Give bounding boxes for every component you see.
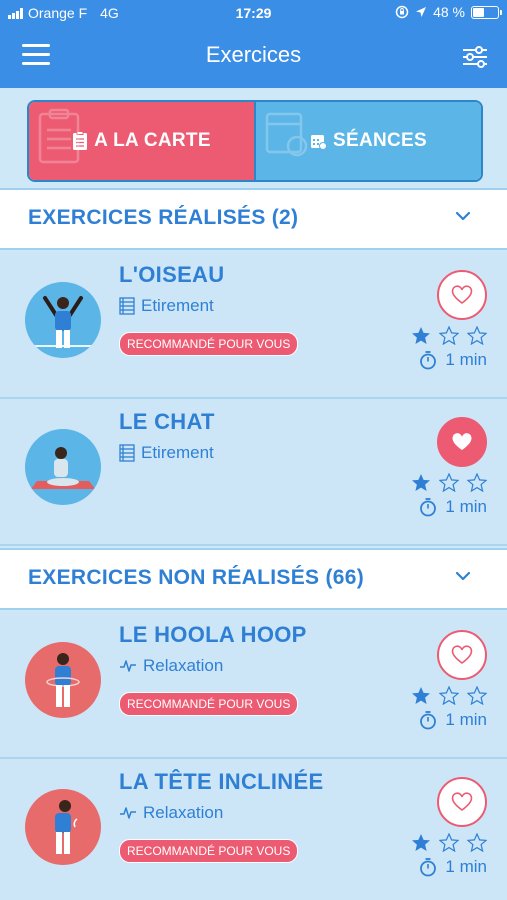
exercise-name: LE HOOLA HOOP xyxy=(119,622,307,647)
star-outline-icon xyxy=(439,833,459,852)
exercise-avatar xyxy=(25,429,101,505)
difficulty-rating xyxy=(411,686,487,705)
duration-label: 1 min xyxy=(445,857,487,876)
top-bar: Orange F 4G 17:29 48 % Exercices xyxy=(0,0,507,88)
heart-outline-icon xyxy=(451,645,473,664)
exercise-category-label: Relaxation xyxy=(143,803,224,822)
heart-filled-icon xyxy=(452,433,472,450)
filter-button[interactable] xyxy=(461,46,489,68)
section-title: EXERCICES NON RÉALISÉS (66) xyxy=(28,566,364,589)
location-icon xyxy=(416,7,427,17)
exercise-duration: 1 min xyxy=(419,857,487,877)
status-bar: Orange F 4G 17:29 48 % xyxy=(0,0,507,26)
exercise-card[interactable]: L'OISEAU Etirement RECOMMANDÉ POUR VOUS … xyxy=(0,252,507,399)
star-outline-icon xyxy=(467,473,487,492)
stopwatch-icon xyxy=(420,711,437,730)
hula-hoop-figure xyxy=(46,653,80,707)
duration-label: 1 min xyxy=(445,350,487,369)
star-outline-icon xyxy=(467,326,487,345)
recommended-badge: RECOMMANDÉ POUR VOUS xyxy=(119,692,299,716)
recommended-badge: RECOMMANDÉ POUR VOUS xyxy=(119,332,299,356)
tab-a-la-carte-label: A LA CARTE xyxy=(94,130,211,151)
pulse-icon xyxy=(120,807,136,819)
star-outline-icon xyxy=(467,833,487,852)
exercise-duration: 1 min xyxy=(419,710,487,730)
star-outline-icon xyxy=(467,686,487,705)
recommended-badge: RECOMMANDÉ POUR VOUS xyxy=(119,839,299,863)
difficulty-rating xyxy=(411,833,487,852)
segmented-control: A LA CARTE SÉANCES xyxy=(27,100,483,182)
stopwatch-icon xyxy=(420,351,437,370)
star-outline-icon xyxy=(439,686,459,705)
exercise-card[interactable]: LE CHAT Etirement 1 min xyxy=(0,399,507,546)
sliders-icon xyxy=(463,46,487,68)
heart-outline-icon xyxy=(451,285,473,304)
favorite-button[interactable] xyxy=(437,777,487,827)
exercise-avatar xyxy=(25,282,101,358)
exercise-category-label: Etirement xyxy=(141,443,214,462)
pulse-icon xyxy=(120,660,136,672)
exercise-category: Relaxation xyxy=(119,656,223,676)
favorite-button[interactable] xyxy=(437,630,487,680)
star-filled-icon xyxy=(412,474,430,491)
tab-seances[interactable]: SÉANCES xyxy=(254,102,481,180)
chevron-down-icon xyxy=(455,211,471,221)
cat-pose-figure xyxy=(31,447,95,489)
exercise-name: LE CHAT xyxy=(119,409,215,434)
star-filled-icon xyxy=(412,834,430,851)
stopwatch-icon xyxy=(420,858,437,877)
page-title: Exercices xyxy=(205,42,302,67)
exercise-category: Etirement xyxy=(119,443,214,463)
favorite-button[interactable] xyxy=(437,270,487,320)
section-header-done[interactable]: EXERCICES RÉALISÉS (2) xyxy=(0,188,507,250)
calendar-clock-icon xyxy=(265,112,308,157)
star-outline-icon xyxy=(439,473,459,492)
exercise-card[interactable]: LE HOOLA HOOP Relaxation RECOMMANDÉ POUR… xyxy=(0,612,507,759)
battery-icon xyxy=(471,5,502,19)
tab-bar-container: A LA CARTE SÉANCES xyxy=(0,88,507,188)
tab-a-la-carte[interactable]: A LA CARTE xyxy=(29,102,254,180)
star-outline-icon xyxy=(439,326,459,345)
star-filled-icon xyxy=(412,327,430,344)
exercise-name: L'OISEAU xyxy=(119,262,225,287)
exercise-category: Relaxation xyxy=(119,803,223,823)
section-title: EXERCICES RÉALISÉS (2) xyxy=(28,206,299,229)
difficulty-rating xyxy=(411,473,487,492)
calendar-small-icon xyxy=(310,133,328,150)
exercise-category: Etirement xyxy=(119,296,214,316)
chevron-down-icon xyxy=(455,571,471,581)
star-filled-icon xyxy=(412,687,430,704)
bird-pose-figure xyxy=(29,296,97,348)
exercise-card[interactable]: LA TÊTE INCLINÉE Relaxation RECOMMANDÉ P… xyxy=(0,759,507,900)
favorite-button[interactable] xyxy=(437,417,487,467)
exercise-name: LA TÊTE INCLINÉE xyxy=(119,769,324,794)
difficulty-rating xyxy=(411,326,487,345)
exercise-avatar xyxy=(25,789,101,865)
exercise-avatar xyxy=(25,642,101,718)
stopwatch-icon xyxy=(420,498,437,517)
list-icon xyxy=(119,444,135,462)
exercise-duration: 1 min xyxy=(419,497,487,517)
heart-outline-icon xyxy=(451,792,473,811)
clipboard-icon xyxy=(38,108,80,164)
orientation-lock-icon xyxy=(395,5,409,19)
exercise-category-label: Relaxation xyxy=(143,656,224,675)
exercise-duration: 1 min xyxy=(419,350,487,370)
exercise-category-label: Etirement xyxy=(141,296,214,315)
head-tilt-figure xyxy=(55,800,78,854)
section-header-not-done[interactable]: EXERCICES NON RÉALISÉS (66) xyxy=(0,548,507,610)
duration-label: 1 min xyxy=(445,497,487,516)
tab-seances-label: SÉANCES xyxy=(333,130,427,151)
duration-label: 1 min xyxy=(445,710,487,729)
list-icon xyxy=(119,297,135,315)
battery-percent: 48 % xyxy=(433,4,465,20)
